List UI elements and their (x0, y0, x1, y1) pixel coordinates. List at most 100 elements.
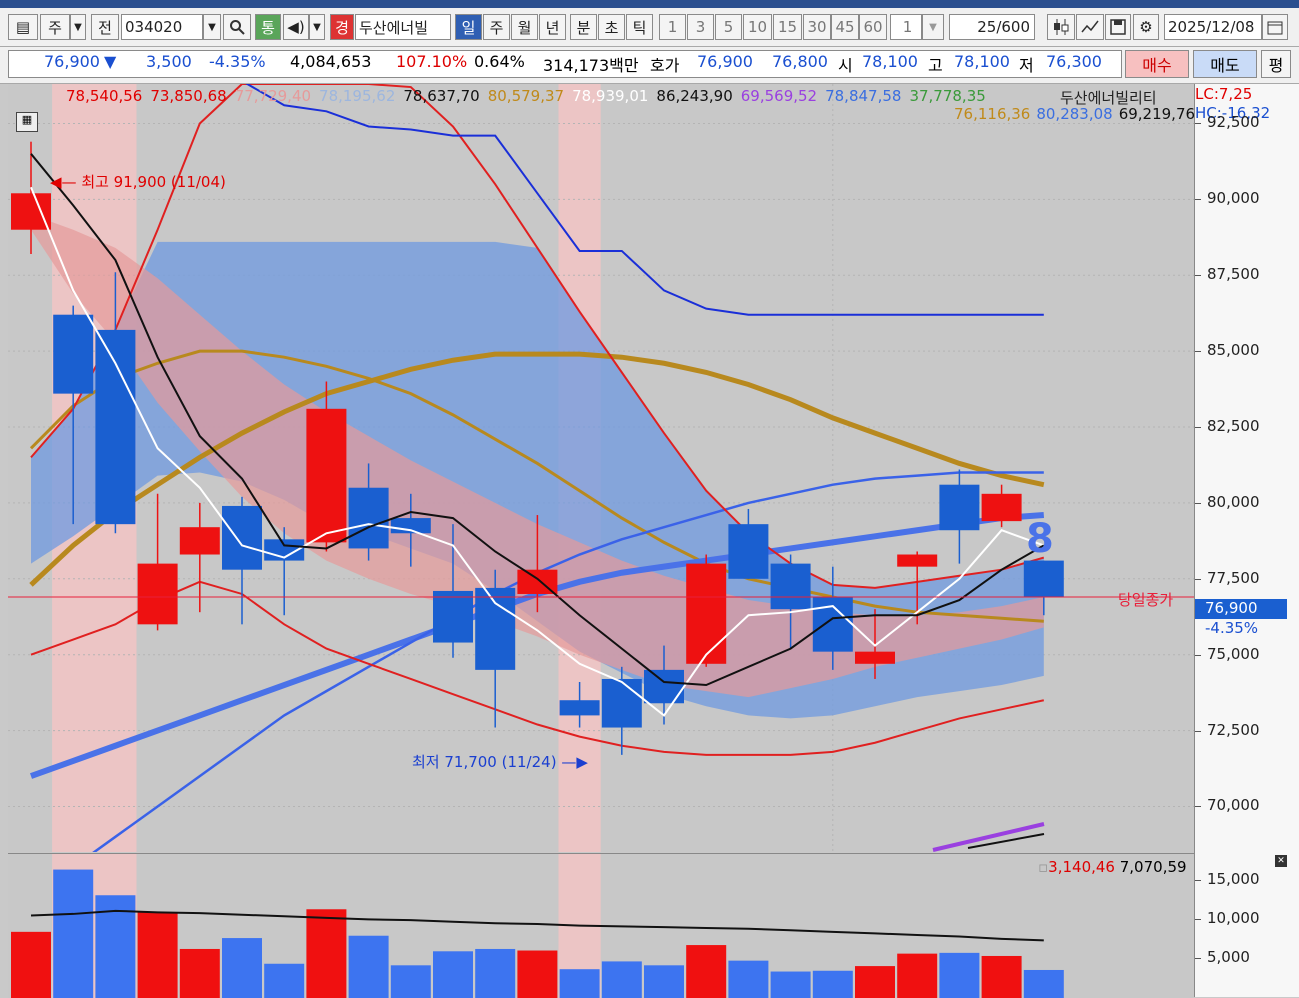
code-input[interactable]: 034020 (121, 14, 203, 40)
volume-panel-close-icon[interactable]: ✕ (1275, 855, 1287, 867)
volume-value: 4,084,653 (290, 52, 372, 71)
period-second-tab[interactable]: 초 (598, 14, 625, 40)
volume-bar-12 (517, 950, 558, 998)
volume-legend-b: 7,070,59 (1119, 858, 1187, 876)
interval-10[interactable]: 10 (743, 14, 772, 40)
buy-button[interactable]: 매수 (1125, 50, 1189, 78)
period-week-tab[interactable]: 주 (483, 14, 510, 40)
price-tick-mark-8 (1195, 730, 1201, 732)
volume-bar-23 (981, 955, 1022, 998)
candle-body-4 (179, 527, 220, 555)
price-tick-label-9: 70,000 (1207, 796, 1260, 815)
period-day-tab[interactable]: 일 (455, 14, 482, 40)
volume-bar-3 (137, 912, 178, 998)
candle-body-5 (222, 505, 262, 570)
price-tick-mark-2 (1195, 275, 1201, 277)
save-icon[interactable] (1105, 14, 1131, 40)
window-title-strip (0, 0, 1299, 8)
sell-button[interactable]: 매도 (1193, 50, 1257, 78)
interval-15[interactable]: 15 (773, 14, 802, 40)
volume-bar-24 (1023, 969, 1064, 998)
legend-value-4: 78,637,70 (403, 87, 480, 105)
low-price: 76,300 (1046, 52, 1102, 71)
volume-bar-9 (390, 965, 431, 998)
calendar-icon[interactable] (1262, 14, 1288, 40)
volume-chart[interactable]: ▫3,140,46 7,070,59 (8, 853, 1194, 998)
grid-toggle-icon[interactable]: ▦ (16, 112, 38, 132)
n-input[interactable]: 1 (890, 14, 922, 40)
legend-value-3: 78,195,62 (319, 87, 396, 105)
flat-button[interactable]: 평 (1261, 50, 1291, 78)
layout-icon[interactable]: ▤ (8, 14, 38, 40)
volume-bar-11 (475, 948, 516, 998)
n-dropdown-icon[interactable]: ▼ (922, 14, 944, 40)
interval-30[interactable]: 30 (803, 14, 831, 40)
search-icon[interactable] (223, 14, 251, 40)
lc-value: LC:7,25 (1195, 85, 1253, 103)
interval-1[interactable]: 1 (659, 14, 686, 40)
candle-body-18 (770, 563, 811, 610)
candle-body-20 (855, 651, 895, 664)
period-minute-tab[interactable]: 분 (570, 14, 597, 40)
volume-tick-label-1: 10,000 (1207, 909, 1260, 928)
volume-bar-6 (264, 963, 305, 998)
volume-bar-22 (939, 952, 980, 998)
count-value: 25 (977, 18, 997, 36)
prev-button[interactable]: 전 (91, 14, 119, 40)
low-annotation: 최저 71,700 (11/24) —▶ (412, 753, 588, 771)
price-tick-mark-5 (1195, 502, 1201, 504)
period-tick-tab[interactable]: 틱 (626, 14, 653, 40)
stock-name-field[interactable]: 두산에너빌 (355, 14, 451, 40)
candle-body-2 (95, 329, 136, 525)
volume-bar-21 (897, 953, 938, 998)
interval-45[interactable]: 45 (831, 14, 859, 40)
legend-value-7: 86,243,90 (656, 87, 733, 105)
candle-body-24 (1023, 560, 1064, 598)
legend-value-5: 80,579,37 (487, 87, 565, 105)
price-tick-label-4: 82,500 (1207, 417, 1260, 436)
price-tick-label-2: 87,500 (1207, 265, 1260, 284)
count-input[interactable]: 25/600 (949, 14, 1035, 40)
open-label: 시 (838, 56, 853, 75)
candle-type-icon[interactable] (1047, 14, 1075, 40)
chevron-down-icon[interactable]: ▼ (70, 14, 86, 40)
chart-toolbar: ▤ 주 ▼ 전 034020 ▼ 통 ◀) ▼ 경 두산에너빌 일 주 월 년 … (0, 8, 1299, 47)
volume-bar-5 (222, 938, 262, 998)
high-annotation: ◀— 최고 91,900 (11/04) (50, 173, 226, 191)
legend2-value-0: 76,116,36 (954, 105, 1031, 123)
candle-body-21 (897, 554, 938, 567)
gear-icon[interactable]: ⚙ (1133, 14, 1159, 40)
candle-body-1 (53, 314, 94, 394)
price-tick-mark-4 (1195, 427, 1201, 429)
candle-body-0 (11, 193, 51, 230)
speaker-icon[interactable]: ◀) (283, 14, 309, 40)
speaker-dropdown-icon[interactable]: ▼ (309, 14, 325, 40)
bid-price: 76,800 (772, 52, 828, 71)
candle-body-13 (559, 700, 600, 716)
volume-ratio: 107.10% (396, 52, 468, 71)
code-dropdown-icon[interactable]: ▼ (203, 14, 221, 40)
indicator-legend-row2: 76,116,36 80,283,08 69,219,76 (948, 105, 1194, 123)
line-tool-icon[interactable] (1076, 14, 1104, 40)
price-chart[interactable]: ▦ 78,540,56 73,850,68 77,729,40 78,195,62 78… (8, 84, 1194, 852)
price-change: 3,500 (146, 52, 192, 71)
legend-value-6: 78,939,01 (572, 87, 649, 105)
interval-5[interactable]: 5 (715, 14, 742, 40)
candle-body-8 (348, 487, 389, 549)
candle-body-3 (137, 563, 178, 625)
tong-button[interactable]: 통 (255, 14, 281, 40)
volume-chart-svg (11, 854, 1064, 998)
period-month-tab[interactable]: 월 (511, 14, 538, 40)
legend-value-8: 69,569,52 (740, 87, 818, 105)
date-input[interactable]: 2025/12/08 (1164, 14, 1262, 40)
interval-3[interactable]: 3 (687, 14, 714, 40)
volume-bar-4 (179, 948, 220, 998)
period-year-tab[interactable]: 년 (539, 14, 566, 40)
volume-bar-10 (433, 951, 473, 998)
volume-tick-mark-0 (1195, 880, 1201, 882)
ask-price: 76,900 (697, 52, 753, 71)
market-select[interactable]: 주 (40, 14, 70, 40)
price-change-pct: -4.35% (209, 52, 266, 71)
volume-legend-a: 3,140,46 (1048, 858, 1115, 876)
interval-60[interactable]: 60 (859, 14, 887, 40)
